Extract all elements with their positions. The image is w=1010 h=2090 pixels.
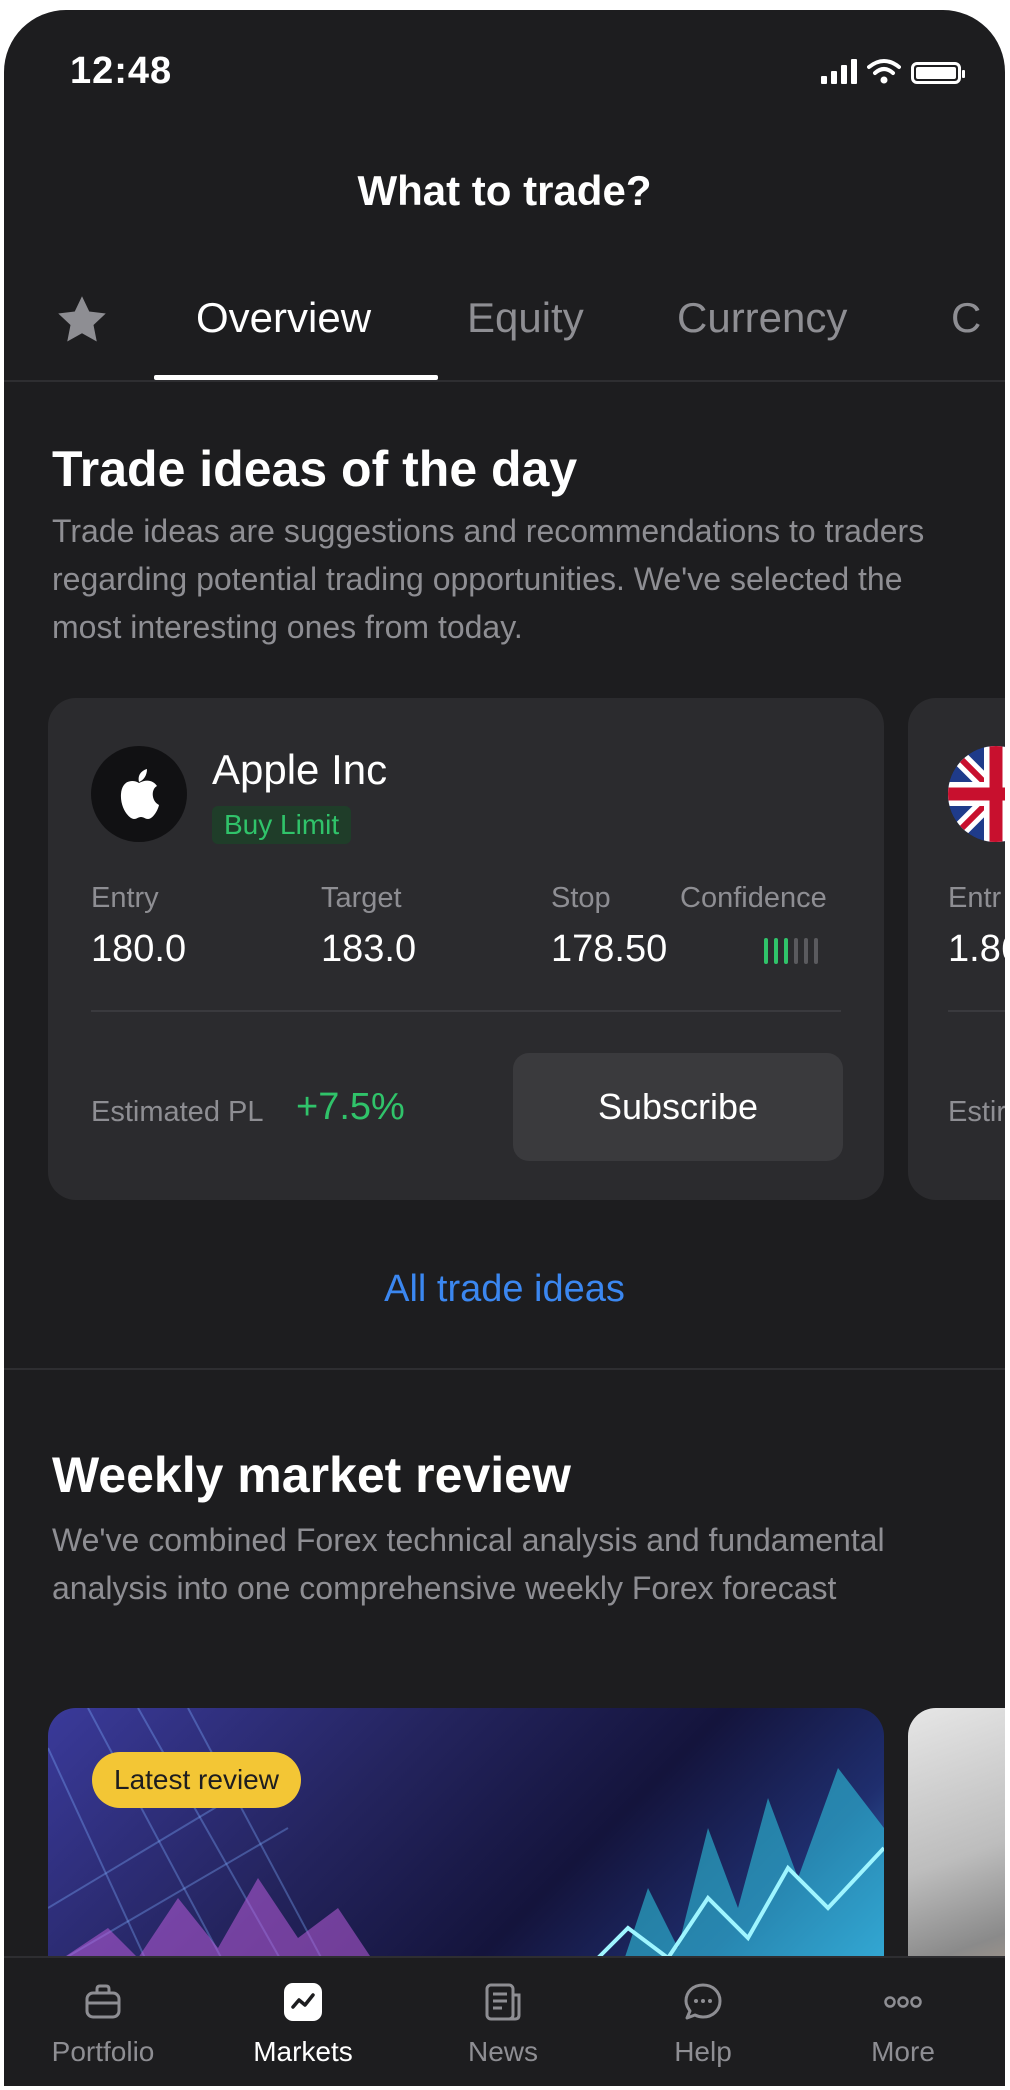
nav-more[interactable]: More xyxy=(808,1958,998,2086)
next-entry-value: 1.86 xyxy=(948,928,1005,970)
stop-label: Stop xyxy=(551,882,611,914)
battery-icon xyxy=(911,62,965,84)
apple-logo-icon xyxy=(120,769,159,819)
chart-icon xyxy=(284,1983,322,2021)
weekly-review-title: Weekly market review xyxy=(52,1447,571,1503)
target-value: 183.0 xyxy=(321,928,417,970)
nav-label-help: Help xyxy=(674,2036,732,2067)
favorites-star-icon[interactable] xyxy=(52,290,112,350)
stop-value: 178.50 xyxy=(551,928,668,970)
signal-icon xyxy=(821,58,857,84)
nav-markets[interactable]: Markets xyxy=(208,1958,398,2086)
nav-help[interactable]: Help xyxy=(608,1958,798,2086)
status-icons xyxy=(821,58,965,84)
order-type-badge: Buy Limit xyxy=(212,806,352,844)
estimated-pl-value: +7.5% xyxy=(296,1086,405,1128)
trade-ideas-description: Trade ideas are suggestions and recommen… xyxy=(52,513,925,645)
confidence-meter xyxy=(764,938,818,964)
latest-review-badge: Latest review xyxy=(92,1752,301,1808)
trade-idea-card-next[interactable]: Entr 1.86 Estir xyxy=(908,698,1005,1200)
estimated-pl-label: Estimated PL xyxy=(91,1096,264,1128)
briefcase-icon xyxy=(85,1984,121,2019)
tab-equity[interactable]: Equity xyxy=(467,294,584,342)
confidence-bar xyxy=(804,938,808,964)
confidence-bar xyxy=(784,938,788,964)
tab-bar: Overview Equity Currency C xyxy=(4,280,1005,382)
status-time: 12:48 xyxy=(70,50,173,92)
page-title: What to trade? xyxy=(357,167,652,214)
next-estimated-pl-label: Estir xyxy=(948,1096,1005,1128)
active-tab-indicator xyxy=(154,375,438,380)
confidence-bar xyxy=(794,938,798,964)
all-trade-ideas-link[interactable]: All trade ideas xyxy=(4,1268,1005,1311)
uk-flag-icon xyxy=(948,746,1005,842)
nav-label-markets: Markets xyxy=(253,2036,353,2067)
nav-label-news: News xyxy=(467,2036,538,2067)
more-dots-icon xyxy=(884,1996,922,2008)
currency-pair-flag xyxy=(948,746,1005,842)
confidence-bar xyxy=(774,938,778,964)
chat-bubble-icon xyxy=(684,1983,722,2020)
wifi-icon xyxy=(867,59,901,84)
card-divider xyxy=(91,1010,841,1012)
confidence-label: Confidence xyxy=(680,882,827,914)
company-name: Apple Inc xyxy=(212,746,388,793)
status-bar: 12:48 xyxy=(4,10,1005,130)
trade-idea-card[interactable]: Apple Inc Buy Limit Entry 180.0 Target 1… xyxy=(48,698,884,1200)
subscribe-button[interactable]: Subscribe xyxy=(513,1053,843,1161)
phone-screen: 12:48 What to trade? Overview Equity Cur… xyxy=(4,10,1005,2086)
entry-label: Entry xyxy=(91,882,159,914)
tab-overview[interactable]: Overview xyxy=(196,294,371,342)
confidence-bar xyxy=(814,938,818,964)
confidence-bar xyxy=(764,938,768,964)
company-logo xyxy=(91,746,187,842)
nav-news[interactable]: News xyxy=(408,1958,598,2086)
nav-label-more: More xyxy=(871,2036,935,2067)
target-label: Target xyxy=(321,882,402,914)
trade-ideas-title: Trade ideas of the day xyxy=(52,441,578,497)
section-divider xyxy=(4,1368,1005,1370)
nav-label-portfolio: Portfolio xyxy=(51,2036,155,2067)
next-entry-label: Entr xyxy=(948,882,1002,914)
tab-currency[interactable]: Currency xyxy=(677,294,847,342)
nav-portfolio[interactable]: Portfolio xyxy=(8,1958,198,2086)
bottom-navigation: Portfolio Markets News Help More xyxy=(4,1956,1005,2086)
entry-value: 180.0 xyxy=(91,928,187,970)
weekly-review-description: We've combined Forex technical analysis … xyxy=(52,1522,885,1606)
newspaper-icon xyxy=(485,1983,521,2021)
next-card-divider xyxy=(948,1010,1005,1012)
tab-commodities[interactable]: C xyxy=(951,294,981,342)
